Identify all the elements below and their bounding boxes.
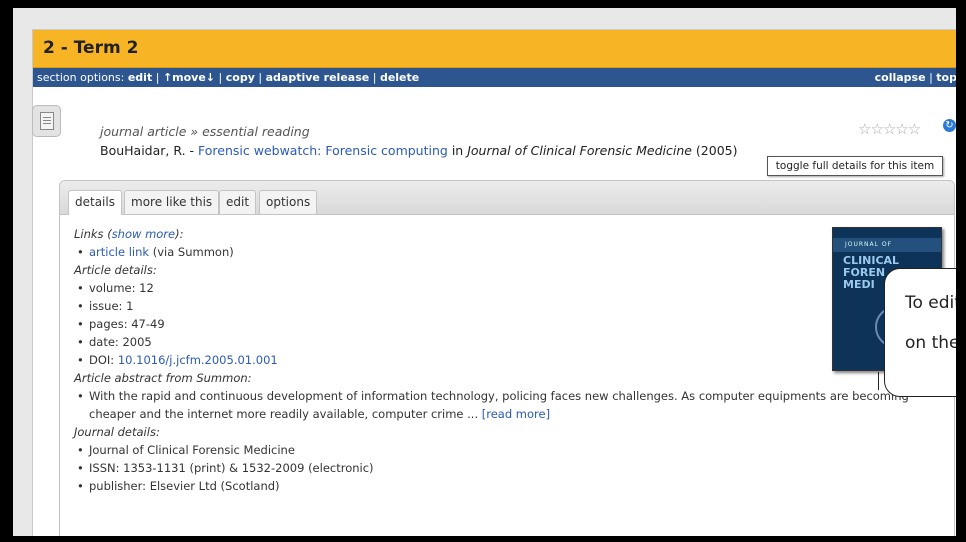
refresh-icon[interactable]: ↻ — [943, 119, 956, 132]
collapse-link[interactable]: collapse — [875, 71, 926, 84]
delete-section-link[interactable]: delete — [380, 71, 419, 84]
term-header: 2 - Term 2 — [33, 30, 956, 68]
details-content: Links (show more): article link (via Sum… — [74, 225, 909, 495]
list-item: publisher: Elsevier Ltd (Scotland) — [74, 477, 909, 495]
journal-name: Journal of Clinical Forensic Medicine — [467, 143, 692, 158]
doi-link[interactable]: 10.1016/j.jcfm.2005.01.001 — [118, 353, 278, 367]
term-title: 2 - Term 2 — [43, 38, 139, 58]
section-nav: collapse | top — [875, 68, 956, 87]
list-item: DOI: 10.1016/j.jcfm.2005.01.001 — [74, 351, 909, 369]
separator: | — [218, 71, 223, 84]
citation-in: in — [447, 143, 468, 158]
separator: | — [258, 71, 263, 84]
links-label-end: ): — [175, 227, 184, 241]
cover-line: MEDI — [843, 278, 875, 291]
list-item: volume: 12 — [74, 279, 909, 297]
list-item: ISSN: 1353-1131 (print) & 1532-2009 (ele… — [74, 459, 909, 477]
top-link[interactable]: top — [936, 71, 956, 84]
document-icon[interactable] — [32, 105, 61, 137]
list-item: Journal of Clinical Forensic Medicine — [74, 441, 909, 459]
tooltip: toggle full details for this item — [767, 156, 943, 176]
abstract-text: With the rapid and continuous developmen… — [74, 387, 909, 423]
doi-label: DOI: — [89, 353, 118, 367]
tab-details[interactable]: details — [68, 190, 122, 215]
show-more-link[interactable]: show more — [112, 227, 175, 241]
abstract-line: With the rapid and continuous developmen… — [89, 389, 909, 403]
article-details-heading: Article details: — [74, 263, 157, 277]
section-options-label: section options: — [37, 71, 125, 84]
abstract-line: cheaper and the internet more readily av… — [89, 407, 482, 421]
callout-line: To edit — [905, 293, 956, 313]
read-more-link[interactable]: [read more] — [482, 407, 550, 421]
copy-section-link[interactable]: copy — [226, 71, 255, 84]
list-item: issue: 1 — [74, 297, 909, 315]
move-section-link[interactable]: ↑move↓ — [163, 71, 215, 84]
tab-strip: details more like this edit options — [60, 181, 954, 215]
adaptive-release-link[interactable]: adaptive release — [266, 71, 370, 84]
list-item: pages: 47-49 — [74, 315, 909, 333]
screenshot-canvas: 2 - Term 2 section options: edit | ↑move… — [13, 8, 956, 536]
cover-text: JOURNAL OF — [845, 241, 893, 248]
citation: BouHaidar, R. - Forensic webwatch: Foren… — [100, 143, 738, 158]
tab-options[interactable]: options — [259, 190, 318, 214]
separator: | — [929, 71, 933, 84]
author: BouHaidar, R. - — [100, 143, 199, 158]
journal-details-heading: Journal details: — [74, 425, 160, 439]
links-label: Links ( — [74, 227, 112, 241]
separator: | — [372, 71, 377, 84]
year: (2005) — [691, 143, 738, 158]
abstract-heading: Article abstract from Summon: — [74, 371, 252, 385]
rating-stars[interactable]: ☆☆☆☆☆ — [858, 120, 921, 138]
article-link[interactable]: article link — [89, 245, 149, 259]
article-title-link[interactable]: Forensic webwatch: Forensic computing — [198, 143, 448, 158]
separator: | — [155, 71, 160, 84]
callout-line: on the — [905, 333, 956, 353]
tab-edit[interactable]: edit — [219, 190, 257, 214]
links-heading: Links (show more): — [74, 225, 909, 243]
callout-box: To edit on the — [884, 268, 956, 397]
edit-section-link[interactable]: edit — [128, 71, 152, 84]
section-options: section options: edit | ↑move↓ | copy | … — [37, 68, 419, 87]
list-item: article link (via Summon) — [74, 243, 909, 261]
via-summon: (via Summon) — [149, 245, 234, 259]
tab-more-like-this[interactable]: more like this — [124, 190, 220, 214]
item-type: journal article » essential reading — [100, 124, 310, 139]
list-item: date: 2005 — [74, 333, 909, 351]
section-options-bar: section options: edit | ↑move↓ | copy | … — [33, 68, 956, 87]
